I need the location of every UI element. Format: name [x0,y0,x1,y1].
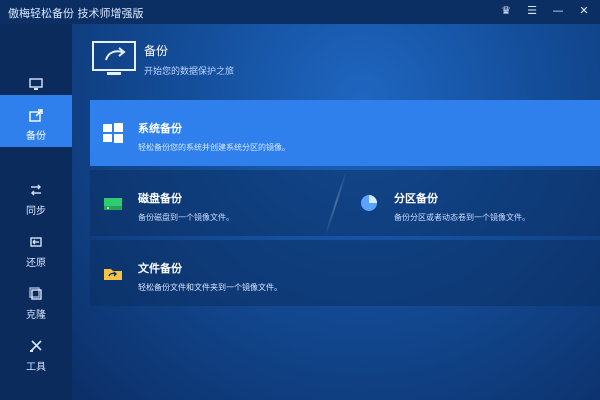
crown-icon[interactable]: ♛ [498,3,514,19]
close-icon[interactable]: ✕ [576,3,592,19]
sidebar-item-restore[interactable]: 还原 [0,222,72,274]
partition-icon [358,192,380,214]
disk-backup-card[interactable]: 磁盘备份 备份磁盘到一个镜像文件。 [90,170,338,236]
restore-icon [28,234,44,250]
window-controls: ♛ ☰ — ✕ [498,3,592,19]
backup-header: 备份 开始您的数据保护之旅 [90,36,490,88]
menu-icon[interactable]: ☰ [524,3,540,19]
file-backup-title: 文件备份 [138,262,182,275]
file-backup-card[interactable]: 文件备份 轻松备份文件和文件夹到一个镜像文件。 [90,240,600,306]
disk-icon [102,192,124,214]
page-title: 备份 [144,44,169,58]
minimize-icon[interactable]: — [550,3,566,19]
disk-backup-desc: 备份磁盘到一个镜像文件。 [138,213,234,222]
clone-icon [28,286,44,302]
sidebar-item-label: 克隆 [26,310,46,321]
system-backup-desc: 轻松备份您的系统并创建系统分区的镜像。 [138,143,290,152]
sidebar-item-clone[interactable]: 克隆 [0,274,72,326]
windows-icon [102,122,124,144]
sidebar-item-sync[interactable]: 同步 [0,170,72,222]
main-panel: 备份 开始您的数据保护之旅 系统备份 轻松备份您的系统并创建系统分区的镜像。 磁… [72,24,600,400]
tools-icon [28,338,44,354]
partition-backup-desc: 备份分区或者动态卷到一个镜像文件。 [394,213,530,222]
sidebar-item-label: 工具 [26,362,46,373]
partition-backup-card[interactable]: 分区备份 备份分区或者动态卷到一个镜像文件。 [346,170,600,236]
folder-icon [102,262,124,284]
backup-monitor-icon [90,40,138,78]
page-subtitle: 开始您的数据保护之旅 [144,67,235,77]
sidebar-item-tools[interactable]: 工具 [0,326,72,378]
title-bar: 傲梅轻松备份 技术师增强版 ♛ ☰ — ✕ [0,0,600,24]
sidebar: 首页 备份 同步 [0,24,72,400]
sidebar-item-label: 同步 [26,206,46,217]
disk-backup-title: 磁盘备份 [138,192,182,205]
disk-partition-row: 磁盘备份 备份磁盘到一个镜像文件。 分区备份 备份分区或者动态卷到一个镜像文件。 [90,170,600,236]
system-backup-title: 系统备份 [138,122,182,135]
sync-icon [28,182,44,198]
system-backup-card[interactable]: 系统备份 轻松备份您的系统并创建系统分区的镜像。 [90,100,600,166]
file-backup-desc: 轻松备份文件和文件夹到一个镜像文件。 [138,283,282,292]
sidebar-item-backup[interactable]: 备份 [0,95,72,147]
app-title: 傲梅轻松备份 技术师增强版 [8,7,144,20]
partition-backup-title: 分区备份 [394,192,438,205]
sidebar-item-label: 还原 [26,258,46,269]
home-icon [28,76,44,92]
backup-icon [28,107,44,123]
sidebar-item-label: 备份 [26,131,46,142]
